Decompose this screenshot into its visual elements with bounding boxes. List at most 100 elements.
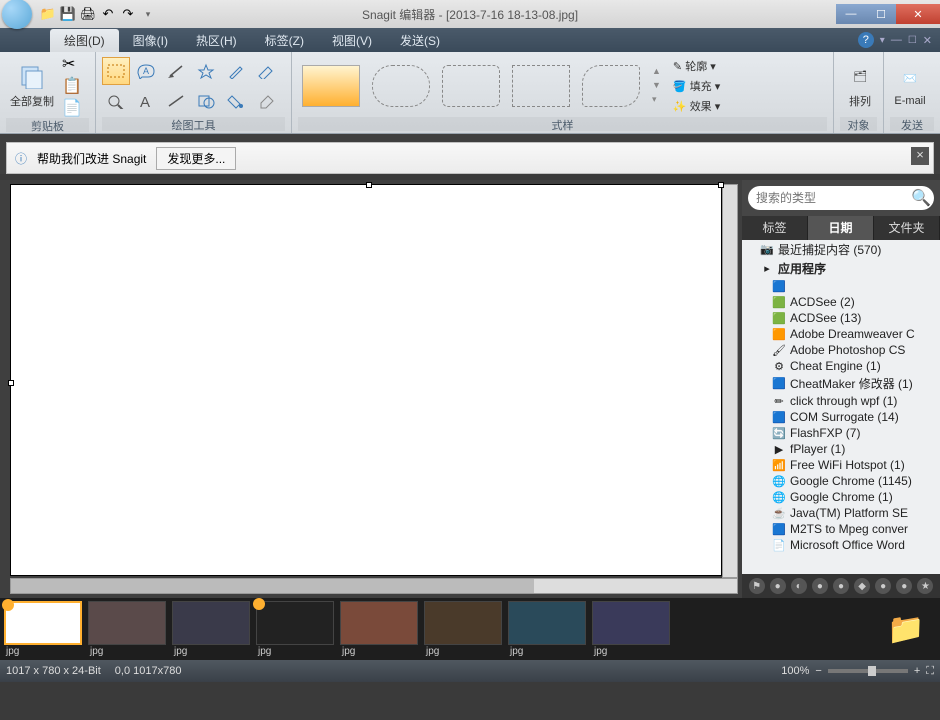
flag-icon[interactable]: ⚑ bbox=[749, 578, 765, 594]
tree-item[interactable]: 🟦 bbox=[742, 278, 940, 294]
tree-item[interactable]: 📶Free WiFi Hotspot (1) bbox=[742, 457, 940, 473]
folder-icon[interactable]: 📁 bbox=[40, 6, 56, 22]
discover-more-button[interactable]: 发现更多... bbox=[156, 147, 236, 170]
close-button[interactable]: ✕ bbox=[896, 4, 940, 24]
fill-dropdown[interactable]: 🪣 填充 ▾ bbox=[669, 77, 724, 95]
dot5-icon[interactable]: ◆ bbox=[854, 578, 870, 594]
minimize-button[interactable]: — bbox=[836, 4, 866, 24]
tool-callout[interactable]: A bbox=[132, 57, 160, 85]
zoom-in-icon[interactable]: + bbox=[914, 665, 920, 677]
print-icon[interactable]: 🖨 bbox=[80, 6, 96, 22]
tool-line[interactable] bbox=[162, 87, 190, 115]
tree-item[interactable]: 🌐Google Chrome (1) bbox=[742, 489, 940, 505]
tree-item[interactable]: ▸应用程序 bbox=[742, 259, 940, 278]
tool-erase[interactable] bbox=[252, 87, 280, 115]
tab-draw[interactable]: 绘图(D) bbox=[50, 29, 119, 52]
thumbnail[interactable]: jpg bbox=[340, 601, 418, 658]
search-box[interactable]: 🔍 bbox=[748, 186, 934, 210]
tree-item[interactable]: ✏click through wpf (1) bbox=[742, 393, 940, 409]
tab-tag[interactable]: 标签(Z) bbox=[251, 29, 318, 52]
tree-item[interactable]: 🟩ACDSee (2) bbox=[742, 294, 940, 310]
thumbnail[interactable]: jpg bbox=[592, 601, 670, 658]
tree-item[interactable]: 🟦CheatMaker 修改器 (1) bbox=[742, 374, 940, 393]
cut-icon[interactable]: ✂ bbox=[62, 54, 82, 74]
arrange-button[interactable]: 🗂 排列 bbox=[840, 61, 880, 111]
style-preset-1[interactable] bbox=[302, 65, 360, 107]
outline-dropdown[interactable]: ✎ 轮廓 ▾ bbox=[669, 57, 724, 75]
dot7-icon[interactable]: ● bbox=[896, 578, 912, 594]
sidetab-tag[interactable]: 标签 bbox=[742, 216, 808, 240]
tool-fill[interactable] bbox=[222, 87, 250, 115]
dot3-icon[interactable]: ● bbox=[812, 578, 828, 594]
vertical-scrollbar[interactable] bbox=[722, 184, 738, 578]
tree[interactable]: 📷最近捕捉内容 (570)▸应用程序 🟦 🟩ACDSee (2)🟩ACDSee … bbox=[742, 240, 940, 574]
maximize-button[interactable]: ☐ bbox=[866, 4, 896, 24]
style-preset-3[interactable] bbox=[442, 65, 500, 107]
thumbnail[interactable]: jpg bbox=[508, 601, 586, 658]
style-preset-4[interactable] bbox=[512, 65, 570, 107]
tray-folder-icon[interactable]: 📁 bbox=[876, 607, 936, 651]
tool-arrow[interactable] bbox=[162, 57, 190, 85]
tree-item[interactable]: 🟧Adobe Dreamweaver C bbox=[742, 326, 940, 342]
copy-icon[interactable]: 📋 bbox=[62, 76, 82, 96]
mdi-max-icon[interactable]: ☐ bbox=[908, 35, 917, 46]
tool-pen[interactable] bbox=[222, 57, 250, 85]
style-scroll-down-icon[interactable]: ▼ bbox=[652, 80, 661, 90]
canvas[interactable] bbox=[10, 184, 722, 576]
zoom-out-icon[interactable]: − bbox=[815, 665, 821, 677]
tree-item[interactable]: 🖌Adobe Photoshop CS bbox=[742, 342, 940, 358]
tree-item[interactable]: ⚙Cheat Engine (1) bbox=[742, 358, 940, 374]
tab-hotspot[interactable]: 热区(H) bbox=[182, 29, 251, 52]
tree-item[interactable]: ☕Java(TM) Platform SE bbox=[742, 505, 940, 521]
mdi-min-icon[interactable]: — bbox=[891, 34, 902, 46]
tree-item[interactable]: 📄Microsoft Office Word bbox=[742, 537, 940, 553]
search-icon[interactable]: 🔍 bbox=[911, 188, 931, 208]
dot4-icon[interactable]: ● bbox=[833, 578, 849, 594]
copy-all-button[interactable]: 全部复制 bbox=[6, 61, 58, 111]
star-icon[interactable]: ★ bbox=[917, 578, 933, 594]
tree-item[interactable]: 📷最近捕捉内容 (570) bbox=[742, 240, 940, 259]
tree-item[interactable]: 🟦COM Surrogate (14) bbox=[742, 409, 940, 425]
tab-send[interactable]: 发送(S) bbox=[386, 29, 454, 52]
tool-text[interactable]: A bbox=[132, 87, 160, 115]
redo-icon[interactable]: ↷ bbox=[120, 6, 136, 22]
style-scroll-up-icon[interactable]: ▲ bbox=[652, 66, 661, 76]
email-button[interactable]: ✉️ E-mail bbox=[890, 63, 930, 109]
app-orb[interactable] bbox=[2, 0, 32, 29]
infobar-close-icon[interactable]: × bbox=[911, 147, 929, 165]
tree-item[interactable]: 🔄FlashFXP (7) bbox=[742, 425, 940, 441]
sidetab-date[interactable]: 日期 bbox=[808, 216, 874, 240]
effect-dropdown[interactable]: ✨ 效果 ▾ bbox=[669, 97, 724, 115]
dot6-icon[interactable]: ● bbox=[875, 578, 891, 594]
thumbnail[interactable]: jpg bbox=[88, 601, 166, 658]
dot2-icon[interactable]: ◐ bbox=[791, 578, 807, 594]
mdi-close-icon[interactable]: ✕ bbox=[923, 34, 932, 47]
thumbnail[interactable]: jpg bbox=[172, 601, 250, 658]
fit-icon[interactable]: ⛶ bbox=[926, 665, 934, 678]
search-input[interactable] bbox=[756, 191, 911, 205]
style-more-icon[interactable]: ▾ bbox=[652, 94, 661, 105]
thumbnail[interactable]: jpg bbox=[4, 601, 82, 658]
tab-view[interactable]: 视图(V) bbox=[318, 29, 386, 52]
thumbnail[interactable]: jpg bbox=[424, 601, 502, 658]
style-preset-5[interactable] bbox=[582, 65, 640, 107]
tab-image[interactable]: 图像(I) bbox=[119, 29, 182, 52]
thumbnail[interactable]: jpg bbox=[256, 601, 334, 658]
help-icon[interactable]: ? bbox=[858, 32, 874, 48]
horizontal-scrollbar[interactable] bbox=[10, 578, 738, 594]
tree-item[interactable]: ▶fPlayer (1) bbox=[742, 441, 940, 457]
paste-icon[interactable]: 📄 bbox=[62, 98, 82, 118]
zoom-slider[interactable] bbox=[828, 669, 908, 673]
qat-dropdown-icon[interactable]: ▾ bbox=[140, 6, 156, 22]
sidetab-folder[interactable]: 文件夹 bbox=[874, 216, 940, 240]
tool-shape[interactable] bbox=[192, 87, 220, 115]
ribbon-minimize-icon[interactable]: ▾ bbox=[880, 35, 885, 46]
tree-item[interactable]: 🟦M2TS to Mpeg conver bbox=[742, 521, 940, 537]
style-preset-2[interactable] bbox=[372, 65, 430, 107]
tree-item[interactable]: 🟩ACDSee (13) bbox=[742, 310, 940, 326]
tree-item[interactable]: 🌐Google Chrome (1145) bbox=[742, 473, 940, 489]
save-icon[interactable]: 💾 bbox=[60, 6, 76, 22]
tool-highlight[interactable] bbox=[252, 57, 280, 85]
tool-stamp[interactable] bbox=[192, 57, 220, 85]
tool-zoom[interactable] bbox=[102, 87, 130, 115]
